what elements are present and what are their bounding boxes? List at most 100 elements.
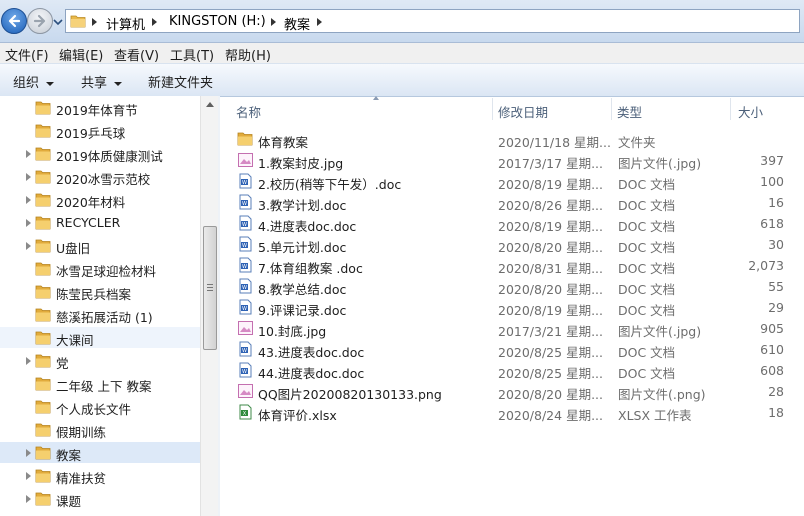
column-separator[interactable] <box>730 98 731 120</box>
file-row[interactable]: QQ图片20200820130133.png 2020/8/20 星期... 图片文… <box>234 381 804 402</box>
file-row[interactable]: W 3.教学计划.doc 2020/8/26 星期... DOC 文档 16 <box>234 192 804 213</box>
file-date: 2020/8/19 星期... <box>498 177 603 192</box>
folder-icon <box>237 132 253 146</box>
tree-item[interactable]: 二年级 上下 教案 <box>0 373 200 394</box>
file-size: 30 <box>738 237 784 252</box>
tree-item[interactable]: U盘旧 <box>0 235 200 256</box>
breadcrumb-folder[interactable]: 教案 <box>284 14 310 33</box>
forward-button[interactable] <box>27 8 53 34</box>
file-date: 2017/3/21 星期... <box>498 324 603 339</box>
expand-arrow-icon[interactable] <box>26 357 31 365</box>
recent-pages-dropdown-icon[interactable] <box>53 18 63 26</box>
file-size-value: 618 <box>760 216 784 231</box>
navigation-pane[interactable]: 2019年体育节 2019乒乓球 2019体质健康测试 2020冰雪示范校 2020年材… <box>0 96 200 516</box>
tree-item[interactable]: 2019乒乓球 <box>0 120 200 141</box>
breadcrumb-separator-icon[interactable] <box>317 18 322 26</box>
address-field[interactable]: 计算机 KINGSTON (H:) 教案 <box>65 9 800 33</box>
file-row[interactable]: W 2.校历(稍等下午发）.doc 2020/8/19 星期... DOC 文档 100 <box>234 171 804 192</box>
file-size: 100 <box>738 174 784 189</box>
arrow-left-icon <box>8 14 21 28</box>
new-folder-button[interactable]: 新建文件夹 <box>148 72 213 91</box>
folder-icon <box>35 377 51 391</box>
column-header-name[interactable]: 名称 <box>236 96 494 123</box>
tree-item[interactable]: 2019体质健康测试 <box>0 143 200 164</box>
file-row[interactable]: W 7.体育组教案 .doc 2020/8/31 星期... DOC 文档 2,073 <box>234 255 804 276</box>
file-type: 图片文件(.jpg) <box>618 156 702 171</box>
navigation-scrollbar[interactable] <box>200 96 218 516</box>
column-separator[interactable] <box>492 98 493 120</box>
expand-arrow-icon[interactable] <box>26 472 31 480</box>
file-row[interactable]: W 9.评课记录.doc 2020/8/19 星期... DOC 文档 29 <box>234 297 804 318</box>
file-size-value: 18 <box>768 405 784 420</box>
expand-arrow-icon[interactable] <box>26 196 31 204</box>
file-row[interactable]: W 5.单元计划.doc 2020/8/20 星期... DOC 文档 30 <box>234 234 804 255</box>
image-file-icon <box>238 153 253 167</box>
expand-arrow-icon[interactable] <box>26 495 31 503</box>
tree-item[interactable]: 2020冰雪示范校 <box>0 166 200 187</box>
column-header-type[interactable]: 类型 <box>617 96 727 123</box>
expand-arrow-icon[interactable] <box>26 242 31 250</box>
tree-item-label: 个人成长文件 <box>56 402 132 417</box>
tree-item[interactable]: RECYCLER <box>0 212 200 233</box>
tree-item[interactable]: 假期训练 <box>0 419 200 440</box>
folder-icon <box>35 492 51 506</box>
menu-view[interactable]: 查看(V) <box>114 45 159 64</box>
share-label: 共享 <box>81 76 108 91</box>
breadcrumb-separator-icon[interactable] <box>271 18 276 26</box>
file-type: DOC 文档 <box>618 261 676 276</box>
breadcrumb-separator-icon[interactable] <box>152 18 157 26</box>
file-row[interactable]: 体育教案 2020/11/18 星期... 文件夹 <box>234 129 804 150</box>
tree-item[interactable]: 精准扶贫 <box>0 465 200 486</box>
breadcrumb-separator-icon[interactable] <box>92 18 97 26</box>
scroll-thumb[interactable] <box>203 226 217 350</box>
expand-arrow-icon[interactable] <box>26 150 31 158</box>
file-size-value: 28 <box>768 384 784 399</box>
organize-button[interactable]: 组织 <box>13 72 55 91</box>
file-size: 2,073 <box>738 258 784 273</box>
file-row[interactable]: X 体育评价.xlsx 2020/8/24 星期... XLSX 工作表 18 <box>234 402 804 423</box>
file-date: 2020/8/20 星期... <box>498 282 603 297</box>
tree-item[interactable]: 个人成长文件 <box>0 396 200 417</box>
tree-item[interactable]: 课题 <box>0 488 200 509</box>
expand-arrow-icon[interactable] <box>26 219 31 227</box>
file-row[interactable]: W 4.进度表doc.doc 2020/8/19 星期... DOC 文档 618 <box>234 213 804 234</box>
share-button[interactable]: 共享 <box>81 72 123 91</box>
image-file-icon <box>238 321 253 335</box>
file-date: 2017/3/17 星期... <box>498 156 603 171</box>
tree-item[interactable]: 冰雪足球迎检材料 <box>0 258 200 279</box>
file-size-value: 610 <box>760 342 784 357</box>
menu-tools[interactable]: 工具(T) <box>170 45 214 64</box>
breadcrumb-drive[interactable]: KINGSTON (H:) <box>169 14 266 29</box>
sort-ascending-icon <box>373 96 379 100</box>
column-header-date[interactable]: 修改日期 <box>498 96 608 123</box>
file-row[interactable]: W 8.教学总结.doc 2020/8/20 星期... DOC 文档 55 <box>234 276 804 297</box>
tree-item-label: 2020年材料 <box>56 195 126 210</box>
menu-edit[interactable]: 编辑(E) <box>59 45 103 64</box>
tree-item[interactable]: 大课间 <box>0 327 200 348</box>
scroll-up-icon[interactable] <box>206 102 214 107</box>
tree-item[interactable]: 陈莹民兵档案 <box>0 281 200 302</box>
file-row[interactable]: W 43.进度表doc.doc 2020/8/25 星期... DOC 文档 610 <box>234 339 804 360</box>
tree-item[interactable]: 2019年体育节 <box>0 97 200 118</box>
tree-item[interactable]: 教案 <box>0 442 200 463</box>
command-bar: 组织 共享 新建文件夹 <box>0 63 804 97</box>
expand-arrow-icon[interactable] <box>26 449 31 457</box>
menu-help[interactable]: 帮助(H) <box>225 45 271 64</box>
column-name-label: 名称 <box>236 105 262 120</box>
column-header-size[interactable]: 大小 <box>738 96 798 123</box>
file-row[interactable]: 10.封底.jpg 2017/3/21 星期... 图片文件(.jpg) 905 <box>234 318 804 339</box>
back-button[interactable] <box>1 8 27 34</box>
organize-label: 组织 <box>13 76 40 91</box>
menu-file[interactable]: 文件(F) <box>5 45 49 64</box>
column-separator[interactable] <box>611 98 612 120</box>
breadcrumb-computer[interactable]: 计算机 <box>106 14 145 33</box>
file-row[interactable]: W 44.进度表doc.doc 2020/8/25 星期... DOC 文档 608 <box>234 360 804 381</box>
tree-item[interactable]: 2020年材料 <box>0 189 200 210</box>
address-bar: 计算机 KINGSTON (H:) 教案 <box>0 0 804 43</box>
expand-arrow-icon[interactable] <box>26 173 31 181</box>
file-name: 体育教案 <box>258 135 309 150</box>
tree-item[interactable]: 慈溪拓展活动 (1) <box>0 304 200 325</box>
file-row[interactable]: 1.教案封皮.jpg 2017/3/17 星期... 图片文件(.jpg) 397 <box>234 150 804 171</box>
tree-item[interactable]: 党 <box>0 350 200 371</box>
file-date: 2020/11/18 星期... <box>498 135 611 150</box>
